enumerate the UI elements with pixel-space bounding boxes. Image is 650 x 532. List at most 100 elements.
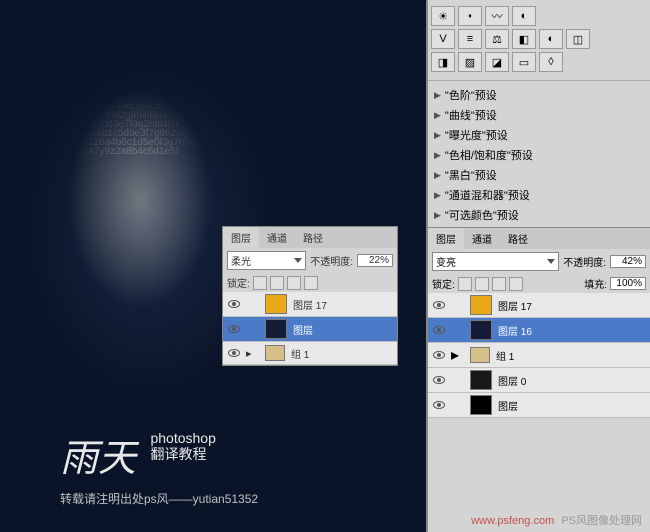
tab-channels[interactable]: 通道	[259, 227, 295, 248]
brightness-icon[interactable]: ☀	[431, 6, 455, 26]
arrow-icon: ▶	[434, 170, 441, 181]
title-en-2: 翻译教程	[150, 446, 206, 462]
title-en-1: photoshop	[150, 430, 215, 446]
eye-icon	[433, 326, 445, 334]
blend-mode-value: 柔光	[231, 253, 251, 268]
layer-row[interactable]: 图层	[223, 317, 397, 342]
lock-all-icon[interactable]	[304, 276, 318, 290]
eye-icon	[433, 301, 445, 309]
watermark-url: www.psfeng.com	[471, 515, 554, 527]
watermark-text: PS风图像处理网	[561, 515, 642, 527]
layer-row[interactable]: 图层 17	[223, 292, 397, 317]
preset-item[interactable]: ▶ "黑白"预设	[430, 165, 648, 185]
preset-label: "黑白"预设	[445, 167, 497, 183]
photo-filter-icon[interactable]: ◐	[539, 29, 563, 49]
layer-thumb[interactable]	[470, 320, 492, 340]
preset-label: "曲线"预设	[445, 107, 497, 123]
panel-tabs: 图层 通道 路径	[223, 227, 397, 248]
preset-list: ▶"色阶"预设 ▶ "曲线"预设 ▶ "曝光度"预设 ▶"色相/饱和度"预设 ▶ "黑…	[428, 83, 650, 227]
bw-icon[interactable]: ◧	[512, 29, 536, 49]
preset-item[interactable]: ▶"通道混和器"预设	[430, 185, 648, 205]
visibility-toggle[interactable]	[430, 321, 448, 339]
tab-channels[interactable]: 通道	[464, 228, 500, 249]
preset-item[interactable]: ▶"色相/饱和度"预设	[430, 145, 648, 165]
lock-position-icon[interactable]	[492, 277, 506, 291]
visibility-toggle[interactable]	[225, 344, 243, 362]
tab-layers[interactable]: 图层	[223, 227, 259, 248]
hue-icon[interactable]: ≡	[458, 29, 482, 49]
layer-list: 图层 17 图层 16 ▸ 组 1 图层 0	[428, 293, 650, 418]
layer-name[interactable]: 组 1	[288, 346, 395, 361]
visibility-toggle[interactable]	[225, 320, 243, 338]
layer-name[interactable]: 图层	[495, 398, 648, 413]
gradient-map-icon[interactable]: ▭	[512, 52, 536, 72]
vibrance-icon[interactable]: V	[431, 29, 455, 49]
credit-line: 转载请注明出处ps风——yutian51352	[60, 490, 258, 507]
layer-name[interactable]: 图层 0	[495, 373, 648, 388]
visibility-toggle[interactable]	[430, 396, 448, 414]
lock-image-icon[interactable]	[475, 277, 489, 291]
layer-row[interactable]: 图层 0	[428, 368, 650, 393]
layer-thumb[interactable]	[265, 319, 287, 339]
opacity-input[interactable]: 22%	[357, 254, 393, 267]
layer-name[interactable]: 组 1	[493, 348, 648, 363]
layer-row[interactable]: ▸ 组 1	[428, 343, 650, 368]
lock-transparent-icon[interactable]	[253, 276, 267, 290]
preset-item[interactable]: ▶"色阶"预设	[430, 85, 648, 105]
title-block: 雨天 photoshop 翻译教程	[60, 427, 216, 482]
lock-transparent-icon[interactable]	[458, 277, 472, 291]
title-english: photoshop 翻译教程	[150, 430, 215, 462]
preset-item[interactable]: ▶ "曝光度"预设	[430, 125, 648, 145]
visibility-toggle[interactable]	[225, 295, 243, 313]
blend-mode-select[interactable]: 变亮	[432, 252, 559, 271]
visibility-toggle[interactable]	[430, 346, 448, 364]
lock-position-icon[interactable]	[287, 276, 301, 290]
overlay-layers-panel: 图层 通道 路径 柔光 不透明度: 22% 锁定: 图层 17 图层	[222, 226, 398, 366]
lock-image-icon[interactable]	[270, 276, 284, 290]
fill-input[interactable]: 100%	[610, 277, 646, 290]
layer-thumb[interactable]	[470, 395, 492, 415]
selective-icon[interactable]: ◊	[539, 52, 563, 72]
arrow-icon: ▶	[434, 130, 441, 141]
arrow-icon: ▶	[434, 110, 441, 121]
eye-icon	[433, 401, 445, 409]
layer-name[interactable]: 图层 17	[290, 297, 395, 312]
invert-icon[interactable]: ◨	[431, 52, 455, 72]
preset-item[interactable]: ▶ "曲线"预设	[430, 105, 648, 125]
arrow-icon: ▶	[434, 90, 441, 101]
visibility-toggle[interactable]	[430, 296, 448, 314]
layer-thumb[interactable]	[470, 295, 492, 315]
visibility-toggle[interactable]	[430, 371, 448, 389]
layer-row[interactable]: 图层 16	[428, 318, 650, 343]
lock-all-icon[interactable]	[509, 277, 523, 291]
arrow-icon: ▶	[434, 150, 441, 161]
preset-item[interactable]: ▶"可选颜色"预设	[430, 205, 648, 225]
exposure-icon[interactable]: ◐	[512, 6, 536, 26]
opacity-input[interactable]: 42%	[610, 255, 646, 268]
posterize-icon[interactable]: ▨	[458, 52, 482, 72]
threshold-icon[interactable]: ◪	[485, 52, 509, 72]
adjustment-icons: ☀ ⬪ 〰 ◐ V ≡ ⚖ ◧ ◐ ◫ ◨ ▨ ◪ ▭ ◊	[428, 0, 650, 78]
layer-thumb[interactable]	[470, 370, 492, 390]
layer-thumb[interactable]	[265, 294, 287, 314]
mixer-icon[interactable]: ◫	[566, 29, 590, 49]
arrow-icon: ▶	[434, 190, 441, 201]
layer-name[interactable]: 图层	[290, 322, 395, 337]
tab-layers[interactable]: 图层	[428, 228, 464, 249]
blend-mode-select[interactable]: 柔光	[227, 251, 306, 270]
layer-name[interactable]: 图层 16	[495, 323, 648, 338]
eye-icon	[228, 325, 240, 333]
blend-row: 柔光 不透明度: 22%	[223, 248, 397, 273]
lock-row: 锁定:	[223, 273, 397, 292]
layer-name[interactable]: 图层 17	[495, 298, 648, 313]
lock-label: 锁定:	[432, 276, 455, 291]
layer-row[interactable]: ▸ 组 1	[223, 342, 397, 365]
layer-row[interactable]: 图层 17	[428, 293, 650, 318]
curves-icon[interactable]: 〰	[485, 6, 509, 26]
balance-icon[interactable]: ⚖	[485, 29, 509, 49]
tab-paths[interactable]: 路径	[295, 227, 331, 248]
levels-icon[interactable]: ⬪	[458, 6, 482, 26]
tab-paths[interactable]: 路径	[500, 228, 536, 249]
layer-row[interactable]: 图层	[428, 393, 650, 418]
preset-label: "曝光度"预设	[445, 127, 508, 143]
